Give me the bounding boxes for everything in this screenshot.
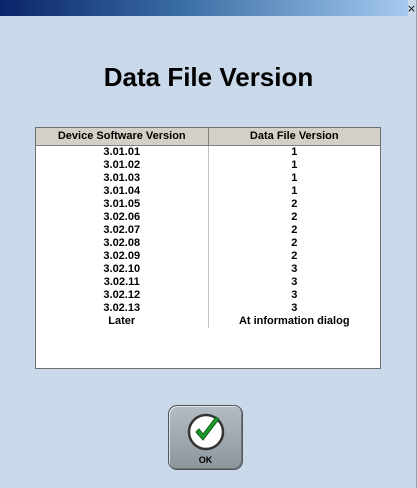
table-row: 3.02.12 3: [36, 289, 380, 302]
cell-data-file-version: 3: [291, 289, 298, 301]
ok-button-label: OK: [198, 455, 213, 465]
table-row: 3.01.05 2: [36, 198, 380, 211]
cell-data-file-version: 3: [291, 302, 298, 314]
table-row: 3.01.04 1: [36, 185, 380, 198]
cell-device-software-version: 3.02.09: [36, 250, 209, 263]
cell-device-software-version: 3.02.06: [36, 211, 209, 224]
cell-data-file-version: At information dialog: [238, 315, 350, 327]
cell-device-software-version: 3.01.04: [36, 185, 209, 198]
cell-device-software-version: 3.01.02: [36, 159, 209, 172]
cell-device-software-version: 3.02.07: [36, 224, 209, 237]
ok-button[interactable]: OK: [168, 405, 243, 470]
cell-data-file-version: 1: [291, 159, 298, 171]
dialog-window: × Data File Version Device Software Vers…: [0, 0, 417, 488]
cell-device-software-version: 3.02.12: [36, 289, 209, 302]
table-row: 3.01.01 1: [36, 145, 380, 159]
table-row: 3.02.10 3: [36, 263, 380, 276]
version-table: Device Software Version Data File Versio…: [35, 127, 381, 369]
table-row: 3.02.13 3: [36, 302, 380, 315]
cell-data-file-version: 2: [291, 250, 298, 262]
cell-data-file-version: 2: [291, 211, 298, 223]
table-row: 3.02.06 2: [36, 211, 380, 224]
table-row: Later At information dialog: [36, 315, 380, 328]
cell-data-file-version: 2: [291, 237, 298, 249]
checkmark-icon: [187, 413, 225, 451]
cell-device-software-version: 3.01.01: [36, 145, 209, 159]
title-bar[interactable]: [0, 0, 408, 16]
cell-data-file-version: 2: [291, 224, 298, 236]
close-icon[interactable]: ×: [406, 3, 417, 14]
cell-device-software-version: Later: [36, 315, 209, 328]
table-row: 3.02.09 2: [36, 250, 380, 263]
table-row: 3.02.08 2: [36, 237, 380, 250]
cell-data-file-version: 1: [291, 146, 298, 158]
column-header-device-software-version: Device Software Version: [36, 128, 209, 146]
cell-device-software-version: 3.02.13: [36, 302, 209, 315]
table-row: 3.01.03 1: [36, 172, 380, 185]
table-row: 3.01.02 1: [36, 159, 380, 172]
cell-device-software-version: 3.02.08: [36, 237, 209, 250]
cell-device-software-version: 3.02.11: [36, 276, 209, 289]
cell-data-file-version: 3: [291, 263, 298, 275]
table-row: 3.02.07 2: [36, 224, 380, 237]
table-header-row: Device Software Version Data File Versio…: [36, 128, 380, 146]
cell-device-software-version: 3.02.10: [36, 263, 209, 276]
cell-data-file-version: 1: [291, 172, 298, 184]
cell-data-file-version: 2: [291, 198, 298, 210]
cell-data-file-version: 3: [291, 276, 298, 288]
column-header-data-file-version: Data File Version: [208, 128, 380, 146]
cell-device-software-version: 3.01.05: [36, 198, 209, 211]
page-title: Data File Version: [103, 62, 314, 92]
cell-device-software-version: 3.01.03: [36, 172, 209, 185]
table-row: 3.02.11 3: [36, 276, 380, 289]
cell-data-file-version: 1: [291, 185, 298, 197]
